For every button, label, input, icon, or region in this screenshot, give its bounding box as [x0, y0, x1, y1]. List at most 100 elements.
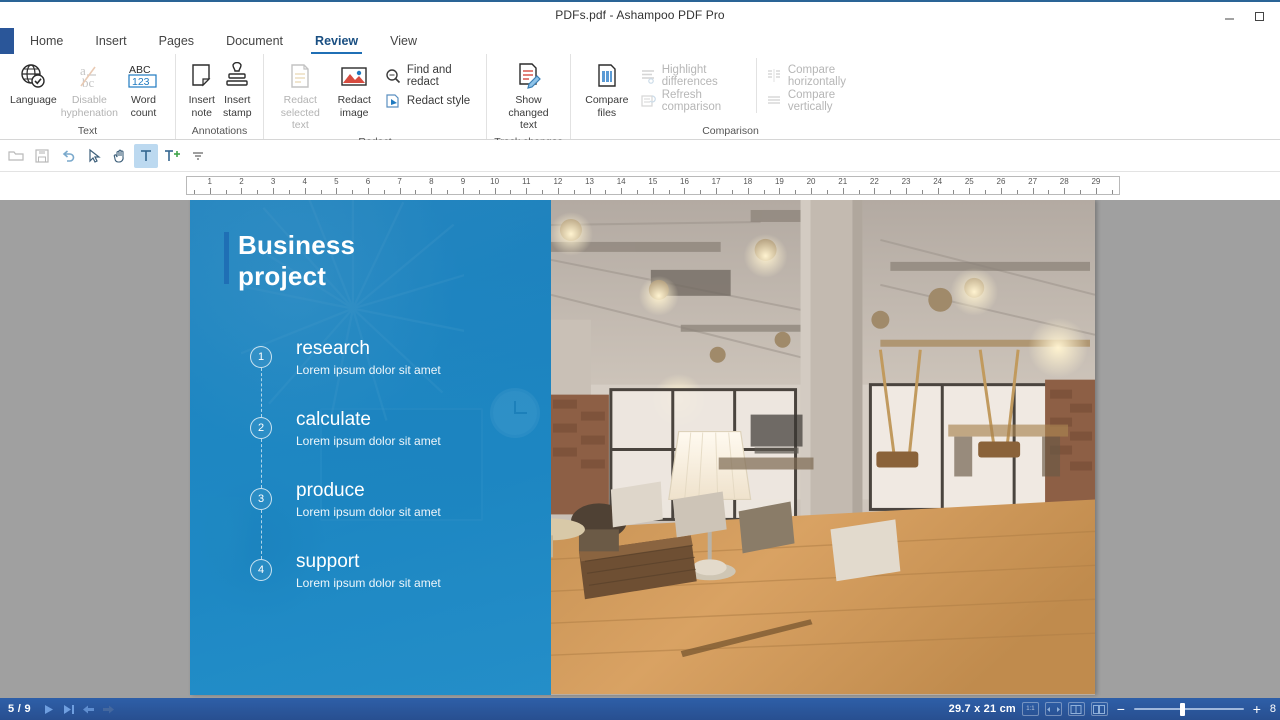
ruler-tick-minor [731, 190, 733, 194]
step-number: 3 [250, 488, 272, 510]
ruler-tick-minor [637, 190, 639, 194]
next-page-button[interactable] [39, 698, 59, 720]
show-changed-text-button[interactable]: Show changed text [497, 58, 561, 135]
tab-view[interactable]: View [374, 28, 433, 54]
ruler-label: 10 [490, 177, 500, 186]
ruler-tick-minor [447, 190, 449, 194]
file-menu-tab[interactable] [0, 28, 14, 54]
zoom-in-button[interactable]: + [1250, 701, 1264, 717]
ruler-label: 27 [1028, 177, 1038, 186]
ruler-tick-minor [605, 190, 607, 194]
redact-style-label: Redact style [406, 94, 471, 107]
abc-123-icon: ABC 123 [126, 61, 160, 91]
language-button[interactable]: Language [8, 58, 59, 110]
ribbon: Language a bc Disable hyphenation ABC 12… [0, 54, 1280, 148]
ruler-label: 9 [460, 177, 466, 186]
horizontal-ruler[interactable]: 1 2 3 4 5 6 7 8 9 10 11 12 13 14 15 16 17 18 19 20 21 22 23 24 2… [186, 176, 1120, 195]
insert-stamp-button[interactable]: Insert stamp [220, 58, 256, 122]
ribbon-tab-bar: Home Insert Pages Document Review View [0, 28, 1280, 54]
ruler-label: 25 [964, 177, 974, 186]
highlight-differences-button[interactable]: Highlight differences [635, 63, 752, 88]
ruler-tick-major [969, 188, 971, 194]
ruler-label: 24 [933, 177, 943, 186]
ruler-label: 19 [774, 177, 784, 186]
page-indicator: 5 / 9 [8, 703, 31, 715]
ruler-label: 14 [616, 177, 626, 186]
window-title: PDFs.pdf - Ashampoo PDF Pro [555, 8, 725, 22]
zoom-slider-thumb[interactable] [1179, 702, 1185, 716]
ruler-tick-major [621, 188, 623, 194]
step-subtitle: Lorem ipsum dolor sit amet [296, 434, 441, 448]
ruler-tick-major [209, 188, 211, 194]
redact-image-button[interactable]: Redact image [329, 58, 380, 122]
ruler-tick-minor [858, 190, 860, 194]
window-controls [1214, 2, 1274, 30]
undo-icon[interactable] [56, 144, 80, 168]
ruler-tick-major [652, 188, 654, 194]
step-title: support [296, 551, 360, 572]
ribbon-group-annotations: Insert note Insert stamp Annotations [175, 54, 263, 139]
text-tool-icon[interactable] [134, 143, 158, 168]
refresh-comparison-button[interactable]: Refresh comparison [635, 88, 752, 113]
compare-files-label: Compare files [585, 94, 629, 119]
select-cursor-icon[interactable] [82, 144, 106, 168]
ruler-label: 12 [553, 177, 563, 186]
compare-vertically-button[interactable]: Compare vertically [761, 88, 882, 113]
ruler-tick-major [494, 188, 496, 194]
highlight-differences-icon [640, 67, 657, 84]
hand-pan-icon[interactable] [108, 144, 132, 168]
step-title: produce [296, 480, 365, 501]
redact-small-buttons: Find and redact Redact style [380, 58, 478, 113]
view-mode-fit-width[interactable] [1044, 702, 1062, 716]
zoom-out-button[interactable]: − [1114, 701, 1128, 717]
status-right-section: 29.7 x 21 cm 1:1 − + 8 [949, 701, 1280, 717]
compare-horizontally-icon [766, 67, 783, 84]
minimize-button[interactable] [1214, 3, 1244, 29]
redact-style-button[interactable]: Redact style [380, 88, 478, 113]
word-count-button[interactable]: ABC 123 Word count [120, 58, 167, 122]
tab-document[interactable]: Document [210, 28, 299, 54]
insert-stamp-label: Insert stamp [222, 94, 252, 119]
ruler-tick-major [874, 188, 876, 194]
compare-files-button[interactable]: Compare files [579, 58, 635, 122]
view-mode-actual-size[interactable]: 1:1 [1021, 702, 1039, 716]
application-window: PDFs.pdf - Ashampoo PDF Pro Home Insert … [0, 0, 1280, 720]
zoom-level-label: 8 [1269, 703, 1276, 715]
tab-pages[interactable]: Pages [143, 28, 210, 54]
find-and-redact-label: Find and redact [406, 63, 452, 88]
ruler-label: 7 [397, 177, 402, 186]
pdf-page[interactable]: Business project 1 research Lorem ipsum … [190, 200, 1095, 695]
tab-home[interactable]: Home [14, 28, 79, 54]
redact-selected-text-button[interactable]: Redact selected text [272, 58, 329, 135]
compare-horizontally-button[interactable]: Compare horizontally [761, 63, 882, 88]
disable-hyphenation-button[interactable]: a bc Disable hyphenation [59, 58, 120, 122]
maximize-button[interactable] [1244, 3, 1274, 29]
document-canvas[interactable]: Business project 1 research Lorem ipsum … [0, 200, 1280, 698]
find-and-redact-button[interactable]: Find and redact [380, 63, 478, 88]
zoom-slider[interactable] [1133, 702, 1244, 716]
view-mode-single-page[interactable] [1067, 702, 1085, 716]
ruler-tick-major [273, 188, 275, 194]
tab-insert[interactable]: Insert [79, 28, 142, 54]
add-text-icon[interactable] [160, 144, 184, 168]
ruler-label: 23 [901, 177, 911, 186]
open-icon[interactable] [4, 144, 28, 168]
previous-view-button[interactable] [79, 698, 99, 720]
ruler-tick-minor [1048, 190, 1050, 194]
redact-style-icon [385, 92, 402, 109]
refresh-comparison-label: Refresh comparison [661, 88, 722, 113]
ruler-tick-minor [257, 190, 259, 194]
ruler-tick-minor [542, 190, 544, 194]
insert-note-button[interactable]: Insert note [184, 58, 220, 122]
save-icon[interactable] [30, 144, 54, 168]
redact-selected-text-label: Redact selected text [280, 94, 320, 131]
show-changed-text-label: Show changed text [508, 94, 549, 131]
ruler-tick-major [304, 188, 306, 194]
step-subtitle: Lorem ipsum dolor sit amet [296, 363, 441, 377]
tab-review[interactable]: Review [299, 28, 374, 54]
next-view-button[interactable] [99, 698, 119, 720]
view-mode-two-page[interactable] [1090, 702, 1108, 716]
ruler-label: 6 [365, 177, 371, 186]
text-align-icon[interactable] [186, 144, 210, 168]
last-page-button[interactable] [59, 698, 79, 720]
